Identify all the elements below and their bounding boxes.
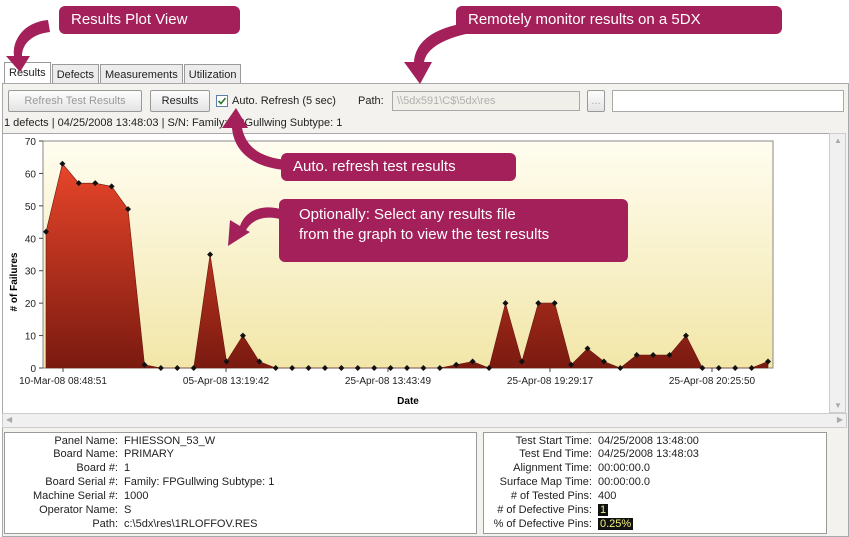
board-name-value: PRIMARY xyxy=(124,448,174,460)
tab-strip: Results Defects Measurements Utilization xyxy=(4,62,242,85)
board-number-value: 1 xyxy=(124,462,131,474)
x-tick-label: 25-Apr-08 19:29:17 xyxy=(507,376,594,387)
machine-serial-label: Machine Serial #: xyxy=(33,490,118,502)
y-tick-label: 30 xyxy=(25,267,37,278)
results-button[interactable]: Results xyxy=(150,90,210,112)
defective-percent-value: 0.25% xyxy=(598,518,634,530)
results-file-field[interactable] xyxy=(612,90,844,112)
callout-select-file-line1: Optionally: Select any results file xyxy=(299,206,516,223)
x-tick-label: 25-Apr-08 13:43:49 xyxy=(345,376,432,387)
board-name-label: Board Name: xyxy=(53,448,118,460)
panel-name-value: FHIESSON_53_W xyxy=(124,435,216,447)
chart-horizontal-scrollbar[interactable]: ◀ ▶ xyxy=(2,413,847,428)
y-tick-label: 60 xyxy=(25,169,37,180)
scroll-up-icon[interactable]: ▲ xyxy=(834,136,842,145)
operator-name-value: S xyxy=(124,504,132,516)
callout-results-plot-view: Results Plot View xyxy=(59,6,240,34)
test-start-label: Test Start Time: xyxy=(515,435,592,447)
defective-percent-label: % of Defective Pins: xyxy=(493,518,592,530)
path-label: Path: xyxy=(358,95,384,107)
board-serial-value: Family: FPGullwing Subtype: 1 xyxy=(124,476,275,488)
y-tick-label: 70 xyxy=(25,137,37,148)
board-number-label: Board #: xyxy=(76,462,118,474)
callout-auto-refresh: Auto. refresh test results xyxy=(281,153,516,181)
path-info-value: c:\5dx\res\1RLOFFOV.RES xyxy=(124,518,258,530)
x-axis-label: Date xyxy=(397,396,419,407)
checkmark-icon xyxy=(217,97,227,105)
status-line: 1 defects | 04/25/2008 13:48:03 | S/N: F… xyxy=(4,117,343,129)
x-tick-label: 10-Mar-08 08:48:51 xyxy=(19,376,107,387)
y-tick-label: 10 xyxy=(25,332,37,343)
chart-vertical-scrollbar[interactable]: ▲ ▼ xyxy=(829,133,846,413)
callout-select-file-line2: from the graph to view the test results xyxy=(299,226,550,243)
browse-button[interactable]: ... xyxy=(587,90,605,112)
y-tick-label: 0 xyxy=(30,364,36,375)
test-end-label: Test End Time: xyxy=(519,448,592,460)
path-field[interactable]: \\5dx591\C$\5dx\res xyxy=(392,91,580,111)
tab-measurements[interactable]: Measurements xyxy=(99,64,183,85)
tested-pins-value: 400 xyxy=(598,490,617,502)
y-tick-label: 50 xyxy=(25,202,37,213)
x-tick-label: 25-Apr-08 20:25:50 xyxy=(669,376,756,387)
test-start-value: 04/25/2008 13:48:00 xyxy=(598,435,699,447)
curved-arrow-icon xyxy=(404,24,466,84)
callout-remote-monitor: Remotely monitor results on a 5DX xyxy=(456,6,782,34)
y-tick-label: 20 xyxy=(25,299,37,310)
auto-refresh-label: Auto. Refresh (5 sec) xyxy=(232,95,336,107)
path-info-label: Path: xyxy=(92,518,118,530)
defective-pins-value: 1 xyxy=(598,504,609,516)
tab-utilization[interactable]: Utilization xyxy=(183,64,242,85)
surface-map-label: Surface Map Time: xyxy=(499,476,592,488)
auto-refresh-checkbox[interactable] xyxy=(216,95,228,107)
defective-pins-label: # of Defective Pins: xyxy=(497,504,592,516)
test-end-value: 04/25/2008 13:48:03 xyxy=(598,448,699,460)
tab-defects[interactable]: Defects xyxy=(51,64,99,85)
x-tick-label: 05-Apr-08 13:19:42 xyxy=(183,376,270,387)
scroll-right-icon[interactable]: ▶ xyxy=(837,415,843,424)
y-tick-label: 40 xyxy=(25,234,37,245)
machine-serial-value: 1000 xyxy=(124,490,149,502)
scroll-left-icon[interactable]: ◀ xyxy=(6,415,12,424)
scroll-down-icon[interactable]: ▼ xyxy=(834,401,842,410)
board-serial-label: Board Serial #: xyxy=(45,476,118,488)
y-axis-label: # of Failures xyxy=(9,252,20,311)
callout-select-file: Optionally: Select any results file from… xyxy=(279,199,628,262)
panel-name-label: Panel Name: xyxy=(54,435,118,447)
tab-results[interactable]: Results xyxy=(4,62,51,85)
tested-pins-label: # of Tested Pins: xyxy=(510,490,592,502)
operator-name-label: Operator Name: xyxy=(39,504,118,516)
surface-map-value: 00:00:00.0 xyxy=(598,476,650,488)
alignment-time-value: 00:00:00.0 xyxy=(598,462,650,474)
refresh-test-results-button[interactable]: Refresh Test Results xyxy=(8,90,142,112)
panel-info-box: Panel Name: FHIESSON_53_W Board Name: PR… xyxy=(4,432,477,534)
alignment-time-label: Alignment Time: xyxy=(513,462,592,474)
test-info-box: Test Start Time: 04/25/2008 13:48:00 Tes… xyxy=(483,432,827,534)
